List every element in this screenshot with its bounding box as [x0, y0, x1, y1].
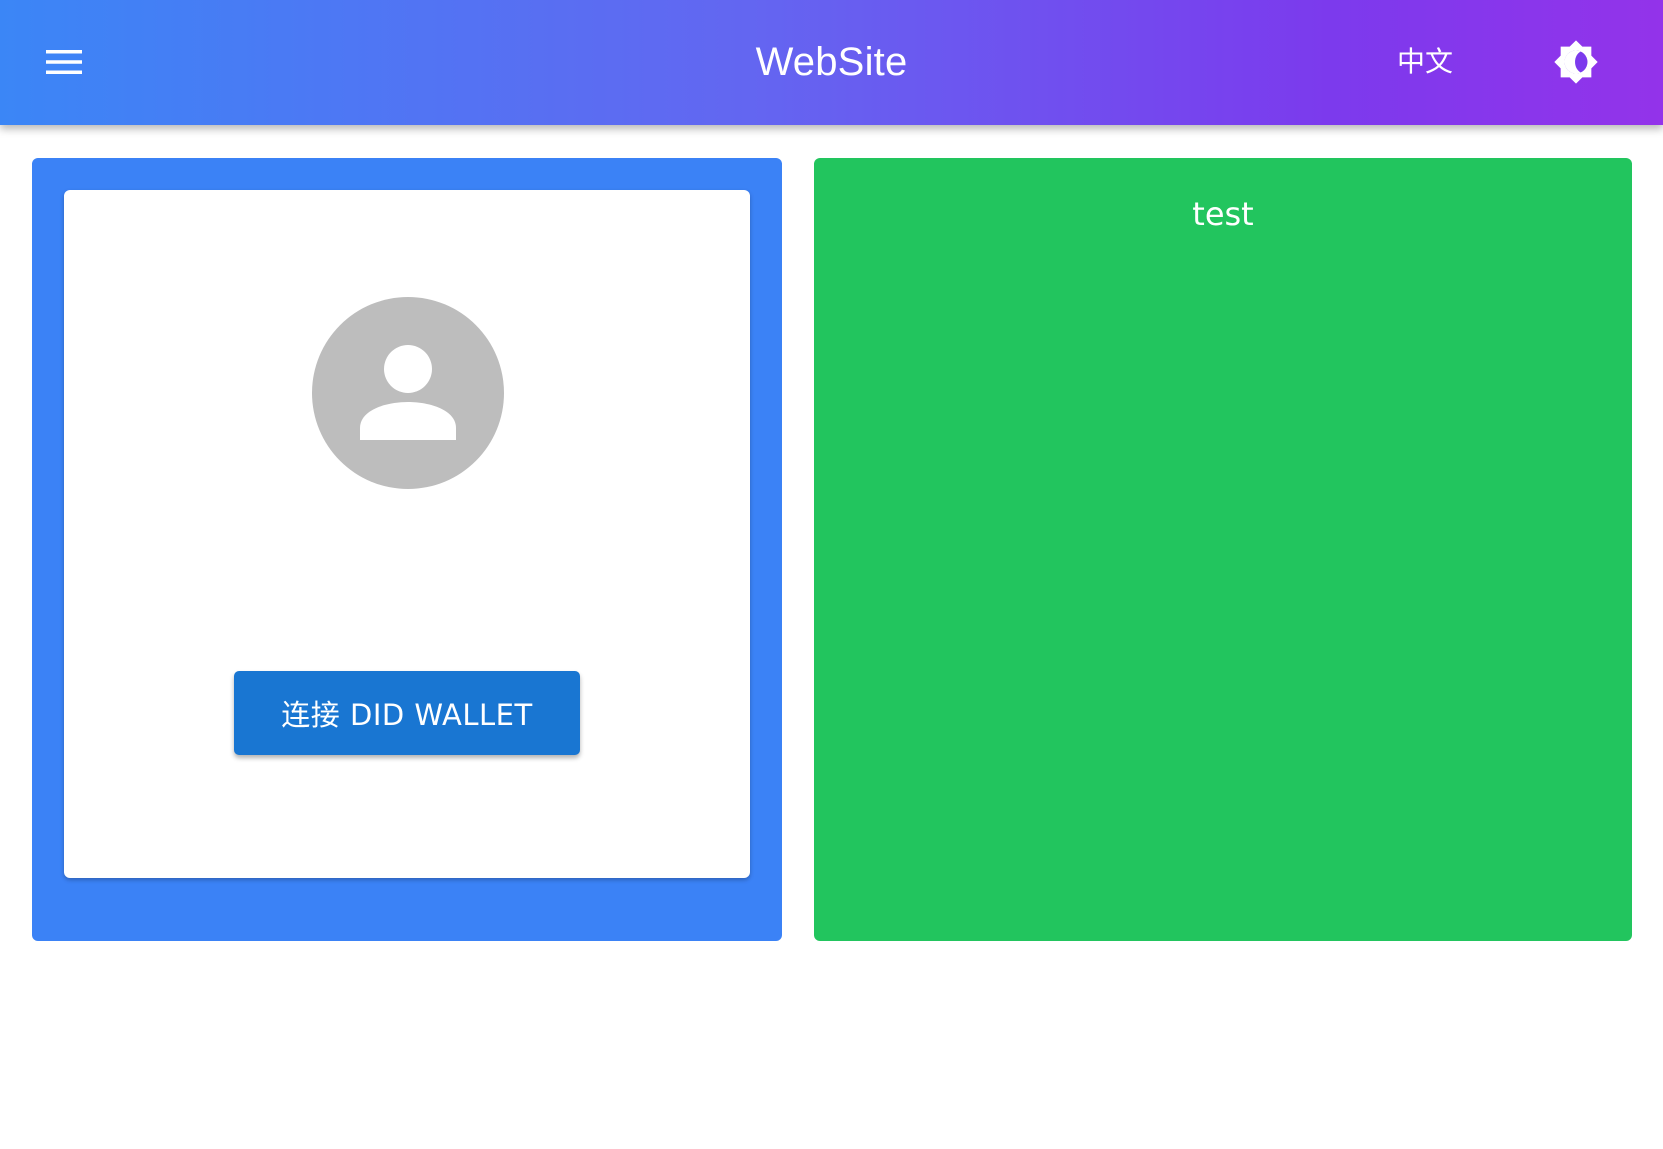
- test-panel-title: test: [1192, 195, 1254, 233]
- theme-toggle-button[interactable]: [1550, 36, 1602, 88]
- test-panel: test: [814, 158, 1632, 941]
- wallet-panel: 连接 DID WALLET: [32, 158, 782, 941]
- app-header: WebSite 中文: [0, 0, 1663, 125]
- language-toggle-button[interactable]: 中文: [1380, 38, 1470, 86]
- user-avatar-placeholder-icon: [312, 297, 504, 489]
- connect-did-wallet-button[interactable]: 连接 DID WALLET: [234, 671, 580, 755]
- wallet-connect-card: 连接 DID WALLET: [64, 190, 750, 878]
- brightness-auto-icon: [1554, 40, 1598, 84]
